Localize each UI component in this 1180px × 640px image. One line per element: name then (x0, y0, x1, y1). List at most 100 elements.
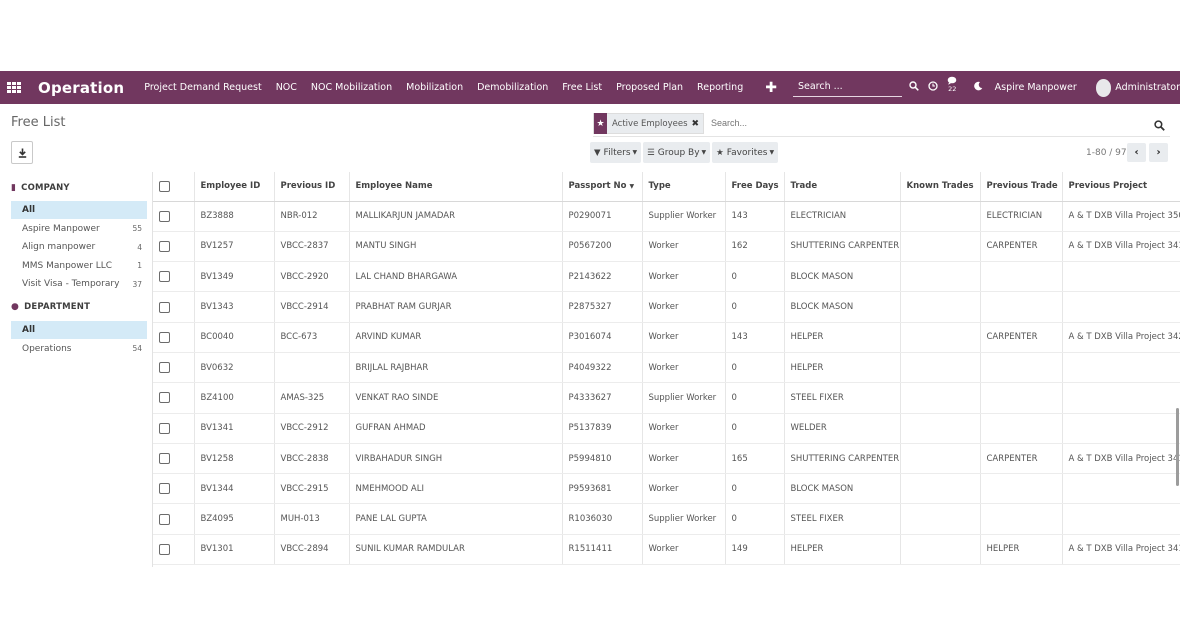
filter-label: Visit Visa - Temporary (22, 279, 120, 289)
column-header-employee-id[interactable]: Employee ID (194, 172, 275, 202)
table-row[interactable]: BV1341 VBCC-2912 GUFRAN AHMAD P5137839 Worke… (153, 413, 1180, 444)
row-checkbox[interactable] (159, 422, 170, 434)
column-header-passport-no[interactable]: Passport No ▼ (562, 172, 643, 202)
filters-button[interactable]: ▼ Filters ▼ (590, 142, 642, 163)
search-icon[interactable] (1154, 116, 1168, 131)
column-header-previous-id[interactable]: Previous ID (274, 172, 350, 202)
cell-free-days: 0 (725, 413, 785, 444)
cell-passport-no: P0567200 (562, 231, 643, 263)
column-header-previous-project[interactable]: Previous Project (1062, 172, 1180, 202)
table-row[interactable]: BV1258 VBCC-2838 VIRBAHADUR SINGH P5994810 W… (153, 443, 1180, 475)
pager-value[interactable]: 1-80 / 97 (1086, 148, 1127, 158)
facet-label: Active Employees (612, 118, 688, 129)
plus-icon[interactable]: ✚ (765, 80, 777, 96)
pager-previous-button[interactable]: ‹ (1127, 143, 1146, 162)
column-header-previous-trade[interactable]: Previous Trade (980, 172, 1063, 202)
column-label: Previous Trade (986, 181, 1058, 192)
table-row[interactable]: BV1301 VBCC-2894 SUNIL KUMAR RAMDULAR R1511… (153, 534, 1180, 566)
row-checkbox[interactable] (159, 301, 170, 313)
row-checkbox[interactable] (159, 331, 170, 343)
row-checkbox[interactable] (159, 453, 170, 465)
column-header-free-days[interactable]: Free Days (725, 172, 785, 202)
close-icon[interactable]: ✖ (692, 119, 704, 129)
user-menu[interactable]: Administrator (1115, 82, 1180, 93)
cell-known-trades (900, 322, 981, 353)
cell-passport-no: P4333627 (562, 382, 643, 414)
cell-passport-no: P4049322 (562, 352, 643, 384)
apps-grid-icon[interactable] (7, 81, 21, 94)
menu-item-demobilization[interactable]: Demobilization (477, 82, 548, 93)
row-checkbox[interactable] (159, 392, 170, 404)
cell-passport-no: P5137839 (562, 413, 643, 444)
table-row[interactable]: BZ4095 MUH-013 PANE LAL GUPTA R1036030 Suppl… (153, 503, 1180, 535)
table-row[interactable]: BV1343 VBCC-2914 PRABHAT RAM GURJAR P287532… (153, 291, 1180, 323)
scrollbar[interactable] (1176, 408, 1179, 486)
department-filter-all[interactable]: All (11, 321, 147, 339)
column-label: Previous Project (1068, 181, 1148, 192)
row-checkbox[interactable] (159, 362, 170, 374)
department-filter-operations[interactable]: Operations 54 (11, 340, 147, 358)
row-checkbox[interactable] (159, 483, 170, 495)
star-icon: ★ (716, 147, 724, 158)
column-header-known-trades[interactable]: Known Trades (900, 172, 981, 202)
cell-known-trades (900, 473, 981, 505)
cell-previous-trade: CARPENTER (980, 443, 1063, 475)
column-header-type[interactable]: Type (642, 172, 726, 202)
column-header-trade[interactable]: Trade (784, 172, 901, 202)
column-header-employee-name[interactable]: Employee Name (349, 172, 563, 202)
menu-item-reporting[interactable]: Reporting (697, 82, 743, 93)
clock-icon[interactable] (928, 81, 938, 94)
menu-item-noc-mobilization[interactable]: NOC Mobilization (311, 82, 392, 93)
cell-known-trades (900, 291, 981, 323)
company-filter-aspire-manpower[interactable]: Aspire Manpower 55 (11, 220, 147, 238)
favorites-button[interactable]: ★ Favorites ▼ (712, 142, 779, 163)
row-checkbox[interactable] (159, 271, 170, 283)
company-heading: ▮ COMPANY (11, 183, 70, 193)
menu-item-mobilization[interactable]: Mobilization (406, 82, 463, 93)
menu-item-noc[interactable]: NOC (276, 82, 297, 93)
menu-item-free-list[interactable]: Free List (562, 82, 602, 93)
cell-employee-id: BZ4095 (194, 503, 275, 535)
menu-item-project-demand-request[interactable]: Project Demand Request (144, 82, 261, 93)
company-filter-align-manpower[interactable]: Align manpower 4 (11, 238, 147, 256)
pager-next-button[interactable]: › (1149, 143, 1168, 162)
menu-item-proposed-plan[interactable]: Proposed Plan (616, 82, 683, 93)
table-row[interactable]: BZ3888 NBR-012 MALLIKARJUN JAMADAR P0290071… (153, 201, 1180, 232)
row-select-cell (153, 322, 195, 353)
row-checkbox[interactable] (159, 240, 170, 252)
chat-icon[interactable]: 22 (947, 76, 964, 99)
download-button[interactable] (11, 141, 33, 164)
company-filter-visit-visa-temporary[interactable]: Visit Visa - Temporary 37 (11, 275, 147, 293)
cell-type: Worker (642, 261, 726, 293)
table-row[interactable]: BV1257 VBCC-2837 MANTU SINGH P0567200 Worker… (153, 231, 1180, 263)
moon-icon[interactable] (973, 81, 983, 94)
groupby-button[interactable]: ☰ Group By ▼ (643, 142, 711, 163)
company-filter-all[interactable]: All (11, 201, 147, 219)
avatar[interactable] (1095, 78, 1112, 97)
search-input[interactable] (711, 118, 911, 128)
filter-count: 37 (132, 279, 142, 289)
table-row[interactable]: BZ4100 AMAS-325 VENKAT RAO SINDE P4333627 Su… (153, 382, 1180, 414)
row-checkbox[interactable] (159, 210, 170, 222)
search-icon[interactable] (909, 81, 919, 94)
company-filter-mms-manpower-llc[interactable]: MMS Manpower LLC 1 (11, 257, 147, 275)
cell-previous-id: VBCC-2838 (274, 443, 350, 475)
table-row[interactable]: BC0040 BCC-673 ARVIND KUMAR P3016074 Worker 1… (153, 322, 1180, 353)
column-label: Previous ID (280, 181, 336, 192)
table-row[interactable]: BV1344 VBCC-2915 NMEHMOOD ALI P9593681 Worke… (153, 473, 1180, 505)
breadcrumb: Free List (11, 115, 66, 130)
filter-count: 1 (137, 261, 142, 270)
company-switcher[interactable]: Aspire Manpower (995, 82, 1077, 93)
cell-previous-trade (980, 291, 1063, 323)
cell-employee-name: ARVIND KUMAR (349, 322, 563, 353)
table-row[interactable]: BV0632 BRIJLAL RAJBHAR P4049322 Worker 0 HELP… (153, 352, 1180, 384)
app-title[interactable]: Operation (38, 79, 124, 97)
row-checkbox[interactable] (159, 543, 170, 555)
row-checkbox[interactable] (159, 513, 170, 525)
column-label: Employee Name (355, 181, 433, 192)
cell-employee-name: GUFRAN AHMAD (349, 413, 563, 444)
global-search-input[interactable]: Search ... (792, 78, 903, 97)
select-all-checkbox[interactable] (159, 180, 170, 192)
table-row[interactable]: BV1349 VBCC-2920 LAL CHAND BHARGAWA P214362… (153, 261, 1180, 293)
column-label: Trade (790, 181, 818, 192)
